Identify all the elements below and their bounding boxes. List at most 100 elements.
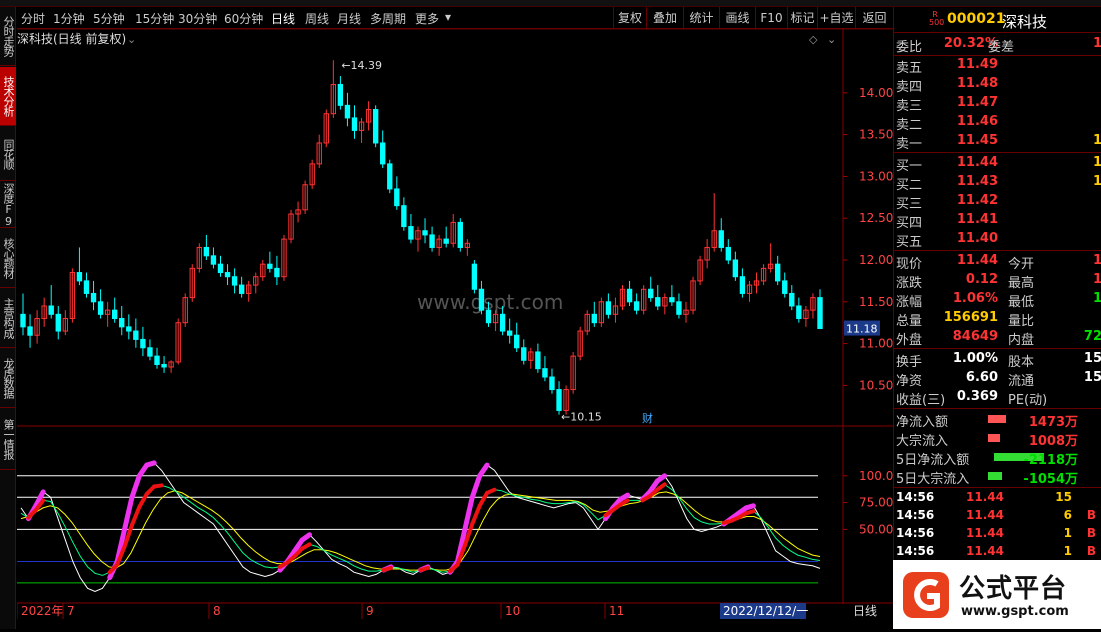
nav-item-7[interactable]: 第一情报 bbox=[0, 409, 16, 469]
candle bbox=[401, 197, 407, 231]
period-tab-2[interactable]: 5分钟 bbox=[93, 10, 125, 27]
nav-item-5[interactable]: 主营构成 bbox=[0, 289, 16, 347]
bid-row-4: 买五 11.40 bbox=[894, 230, 1101, 250]
candle bbox=[387, 159, 393, 194]
stat-row-7-label: 收益(三) bbox=[896, 393, 946, 408]
price-tick-label-4: 12.50 bbox=[859, 211, 893, 225]
kdj-k-highlight bbox=[470, 503, 482, 526]
nav-item-3[interactable]: 深度F9 bbox=[0, 182, 16, 227]
period-tab-10[interactable]: 更多 bbox=[415, 10, 439, 27]
candle bbox=[20, 293, 26, 336]
nav-item-1[interactable]: 技术分析 bbox=[0, 67, 16, 125]
candle bbox=[408, 214, 414, 244]
candle bbox=[662, 293, 668, 315]
nav-item-4[interactable]: 核心题材 bbox=[0, 229, 16, 287]
nav-divider bbox=[0, 65, 16, 66]
candle bbox=[619, 285, 626, 311]
candle bbox=[246, 280, 252, 302]
ask-row-4-value: 11.45 bbox=[956, 133, 998, 148]
candle bbox=[161, 356, 167, 373]
nav-divider bbox=[0, 287, 16, 288]
current-price-label: 11.18 bbox=[846, 323, 878, 336]
nav-divider bbox=[0, 347, 16, 348]
candle bbox=[415, 226, 421, 252]
period-tab-7[interactable]: 周线 bbox=[305, 10, 329, 27]
candle bbox=[506, 318, 513, 344]
period-tab-5[interactable]: 60分钟 bbox=[224, 10, 263, 27]
window-top-strip bbox=[0, 0, 1101, 7]
flow-label: 5日大宗流入 bbox=[896, 472, 970, 487]
x-tick-label-4: 10 bbox=[505, 604, 520, 618]
period-tab-3[interactable]: 15分钟 bbox=[135, 10, 174, 27]
period-tab-1[interactable]: 1分钟 bbox=[53, 10, 85, 27]
period-label[interactable]: 日线 bbox=[853, 604, 877, 618]
ask-row-2-value: 11.47 bbox=[956, 95, 998, 110]
candle bbox=[704, 239, 710, 269]
chart-area[interactable]: 深科技(日线 前复权) ⌄ ◇ ⌄10.5011.0011.5012.0012.501… bbox=[17, 29, 893, 629]
kdj-tick-label-2: 100.0 bbox=[859, 469, 893, 483]
candle bbox=[753, 272, 760, 294]
diamond-icon[interactable]: ◇ bbox=[809, 33, 818, 46]
stock-code: 000021 bbox=[947, 11, 1006, 27]
flow-value: 1008万 bbox=[1028, 434, 1078, 449]
candle bbox=[330, 60, 337, 118]
flow-label: 大宗流入 bbox=[896, 434, 949, 449]
candle bbox=[718, 218, 724, 252]
toolbar-action-2[interactable]: 统计 bbox=[683, 7, 719, 29]
candle bbox=[69, 268, 76, 323]
more-chevron-icon[interactable]: ▾ bbox=[445, 10, 451, 24]
candle bbox=[464, 239, 471, 256]
period-tab-8[interactable]: 月线 bbox=[337, 10, 361, 27]
stat-row-2-label2: 最低 bbox=[1008, 295, 1035, 310]
toolbar-action-0[interactable]: 复权 bbox=[613, 7, 646, 29]
stat-row-0-value2: 1 bbox=[1092, 253, 1101, 268]
candle bbox=[549, 368, 555, 394]
toolbar-action-7[interactable]: 返回 bbox=[855, 7, 893, 29]
tick-vol: 1 bbox=[1063, 544, 1072, 558]
candle bbox=[267, 251, 273, 273]
kdj-j-highlight bbox=[743, 503, 756, 511]
quote-panel: R 500 000021 深科技 委比 20.32% 委差 1 卖五 11.49 卖… bbox=[893, 7, 1101, 629]
period-tab-6[interactable]: 日线 bbox=[271, 10, 295, 27]
ask-row-4-value2: 1 bbox=[1092, 133, 1101, 148]
kdj-k-highlight bbox=[477, 490, 490, 508]
nav-divider bbox=[0, 180, 16, 181]
quote-header: R 500 000021 深科技 bbox=[894, 9, 1101, 32]
bid-row-1: 买二 11.43 1 bbox=[894, 173, 1101, 193]
period-tab-0[interactable]: 分时 bbox=[21, 10, 45, 27]
x-tick-label-2: 8 bbox=[213, 604, 221, 618]
toolbar-action-4[interactable]: F10 bbox=[755, 7, 787, 29]
candle bbox=[337, 76, 344, 110]
bid-row-0-label: 买一 bbox=[896, 159, 923, 174]
toolbar-action-1[interactable]: 叠加 bbox=[646, 7, 683, 29]
kdj-k-highlight bbox=[744, 509, 756, 516]
tick-time: 14:56 bbox=[896, 526, 935, 540]
candle bbox=[690, 276, 696, 315]
stat-row-0-label2: 今开 bbox=[1008, 257, 1035, 272]
kdj-j-highlight bbox=[477, 462, 490, 479]
flow-bar bbox=[988, 434, 1000, 442]
title-dropdown-icon[interactable]: ⌄ bbox=[127, 33, 136, 46]
period-tab-9[interactable]: 多周期 bbox=[370, 10, 406, 27]
toolbar-action-6[interactable]: +自选 bbox=[817, 7, 855, 29]
chevron-icon[interactable]: ⌄ bbox=[827, 33, 836, 46]
nav-item-6[interactable]: 龙虎数据 bbox=[0, 349, 16, 407]
candle bbox=[104, 301, 111, 327]
period-tab-4[interactable]: 30分钟 bbox=[178, 10, 217, 27]
kdj-j-highlight bbox=[299, 532, 313, 543]
stat-row-2-value: 1.06% bbox=[952, 291, 998, 306]
candle bbox=[803, 305, 809, 327]
candle bbox=[556, 381, 562, 415]
toolbar-action-3[interactable]: 画线 bbox=[719, 7, 755, 29]
candle bbox=[535, 343, 541, 373]
candle bbox=[528, 347, 534, 369]
logo-url: www.gspt.com bbox=[961, 604, 1069, 619]
toolbar-action-5[interactable]: 标记 bbox=[787, 7, 817, 29]
bid-row-4-label: 买五 bbox=[896, 235, 923, 250]
candle bbox=[182, 293, 188, 327]
nav-item-0[interactable]: 分时走势 bbox=[0, 7, 16, 65]
nav-item-2[interactable]: 同花顺 bbox=[0, 127, 16, 180]
left-navigation: 分时走势技术分析同花顺深度F9 核心题材主营构成龙虎数据第一情报 bbox=[0, 7, 16, 629]
finance-marker[interactable]: 财 bbox=[642, 411, 653, 425]
stat-row-0-value: 11.44 bbox=[956, 253, 998, 268]
